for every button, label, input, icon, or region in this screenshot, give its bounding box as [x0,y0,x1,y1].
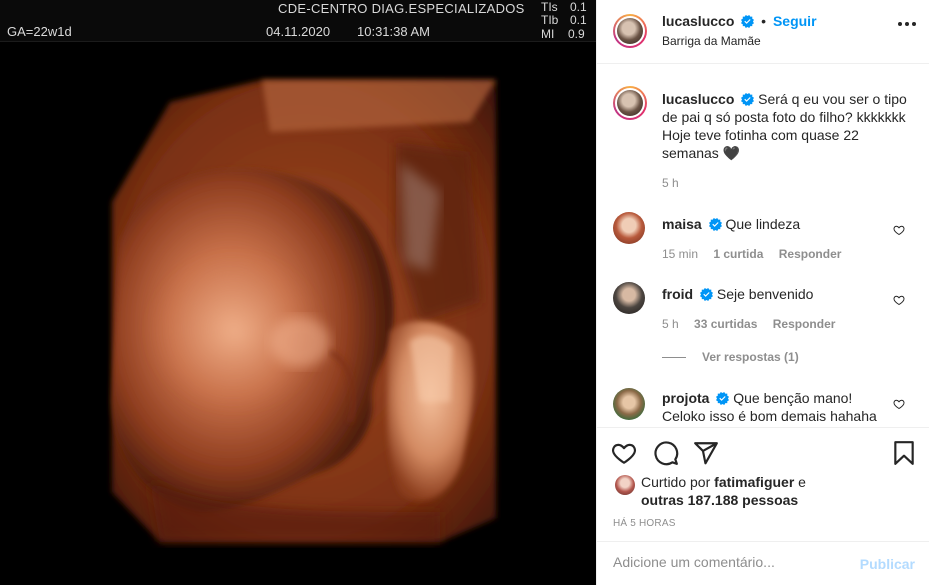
ultrasound-header: CDE-CENTRO DIAG.ESPECIALIZADOS GA=22w1d … [0,0,596,42]
comment-avatar[interactable] [613,282,645,314]
comment-likes[interactable]: 1 curtida [713,247,763,261]
verified-icon [741,15,755,28]
ultrasound-clinic: CDE-CENTRO DIAG.ESPECIALIZADOS [278,1,525,16]
view-replies-button[interactable]: Ver respostas (1) [662,350,799,364]
liker-avatar[interactable] [615,475,635,495]
share-icon[interactable] [693,440,719,466]
comment-username[interactable]: projota [662,390,709,406]
add-comment-bar: Publicar [597,541,929,585]
ultrasound-3d-image [0,42,596,585]
ultrasound-tis-value: 0.1 [570,0,587,14]
verified-icon [716,392,730,405]
caption-username[interactable]: lucaslucco [662,91,734,107]
comment-time[interactable]: 15 min [662,247,698,261]
ultrasound-time: 10:31:38 AM [357,24,430,39]
author-username[interactable]: lucaslucco [662,13,734,29]
ultrasound-date: 04.11.2020 [266,24,331,39]
comment-meta: 5 h 33 curtidas Responder [662,317,835,331]
post-header: lucaslucco • Seguir Barriga da Mamãe [597,0,929,64]
reply-button[interactable]: Responder [773,317,836,331]
follow-button[interactable]: Seguir [773,13,817,29]
header-separator: • [761,13,767,29]
caption: lucaslucco Será q eu vou ser o tipo de p… [662,90,912,162]
verified-icon [741,93,755,106]
heart-icon[interactable] [611,440,637,466]
ultrasound-mi-label: MI [541,27,555,41]
likes-connector: e [798,474,806,490]
verified-icon [700,288,713,301]
verified-icon [708,218,722,231]
view-replies-label: Ver respostas (1) [702,350,799,364]
post-location[interactable]: Barriga da Mamãe [662,34,761,48]
comment-like-heart-icon[interactable] [893,398,905,410]
ultrasound-tib-value: 0.1 [570,13,587,27]
ultrasound-gestational-age: GA=22w1d [7,24,72,39]
comment-meta: 15 min 1 curtida Responder [662,247,841,261]
comment-text: Que lindeza [725,216,801,232]
comment-likes[interactable]: 33 curtidas [694,317,757,331]
reply-button[interactable]: Responder [779,247,842,261]
comment: maisa Que lindeza [662,215,892,233]
comment-input[interactable] [613,554,853,570]
comment-avatar[interactable] [613,388,645,420]
likes-text: Curtido por fatimafiguer e outras 187.18… [641,473,911,509]
likes-prefix: Curtido por [641,474,711,490]
caption-author-avatar[interactable] [613,86,647,120]
more-options-icon[interactable] [898,22,916,26]
post-timestamp[interactable]: HÁ 5 HORAS [613,518,676,529]
comment-time[interactable]: 5 h [662,317,679,331]
bookmark-icon[interactable] [891,440,917,466]
publish-button[interactable]: Publicar [860,556,915,572]
comments-list[interactable]: lucaslucco Será q eu vou ser o tipo de p… [597,64,929,427]
comment-icon[interactable] [653,440,679,466]
likes-others-link[interactable]: outras 187.188 pessoas [641,492,798,508]
author-avatar[interactable] [613,14,647,48]
post-media[interactable]: CDE-CENTRO DIAG.ESPECIALIZADOS GA=22w1d … [0,0,596,585]
comment: projota Que benção mano! Celoko isso é b… [662,389,892,425]
liker-username[interactable]: fatimafiguer [714,474,794,490]
ultrasound-mi-value: 0.9 [568,27,585,41]
comment: froid Seje benvenido [662,285,892,303]
comment-like-heart-icon[interactable] [893,224,905,236]
caption-time[interactable]: 5 h [662,176,679,190]
post-modal: CDE-CENTRO DIAG.ESPECIALIZADOS GA=22w1d … [0,0,929,585]
ultrasound-tis-label: TIs [541,0,558,14]
header-user-line: lucaslucco • Seguir [662,13,817,29]
comment-avatar[interactable] [613,212,645,244]
replies-divider-line [662,357,686,359]
comment-like-heart-icon[interactable] [893,294,905,306]
post-actions: Curtido por fatimafiguer e outras 187.18… [597,427,929,557]
ultrasound-tib-label: TIb [541,13,559,27]
comment-username[interactable]: maisa [662,216,702,232]
post-sidebar: lucaslucco • Seguir Barriga da Mamãe luc… [596,0,929,585]
comment-username[interactable]: froid [662,286,693,302]
comment-text: Seje benvenido [716,286,814,302]
